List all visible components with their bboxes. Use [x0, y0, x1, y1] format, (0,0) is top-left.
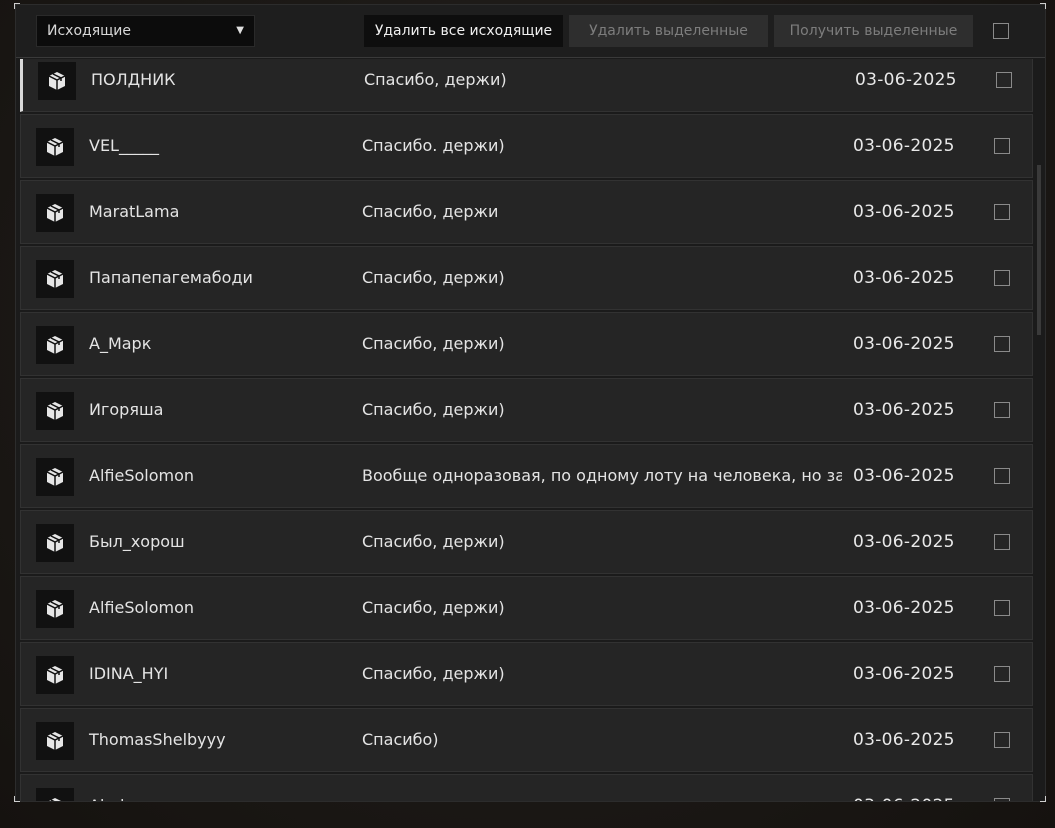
- list-item[interactable]: MaratLama Спасибо, держи 03-06-2025: [20, 180, 1033, 244]
- message-text: Спасибо, держи): [362, 268, 505, 287]
- row-checkbox[interactable]: [994, 468, 1010, 484]
- message-text: Спасибо, держи): [364, 70, 507, 89]
- message-date: 03-06-2025: [853, 400, 955, 420]
- package-box-icon: [36, 788, 74, 801]
- message-date: 03-06-2025: [853, 598, 955, 618]
- message-text: Спасибо, держи): [362, 400, 505, 419]
- list-item[interactable]: ThomasShelbyyy Спасибо) 03-06-2025: [20, 708, 1033, 772]
- list-item[interactable]: A_Марк Спасибо, держи) 03-06-2025: [20, 312, 1033, 376]
- row-checkbox[interactable]: [994, 666, 1010, 682]
- message-text: Спасибо, держи: [362, 202, 499, 221]
- message-date: 03-06-2025: [853, 268, 955, 288]
- package-box-icon: [36, 194, 74, 232]
- list-item[interactable]: Был_хорош Спасибо, держи) 03-06-2025: [20, 510, 1033, 574]
- sender-name: ПОЛДНИК: [91, 70, 176, 89]
- message-date: 03-06-2025: [853, 334, 955, 354]
- sender-name: Папапепагемабоди: [89, 268, 253, 287]
- package-box-icon: [36, 722, 74, 760]
- caret-down-icon: ▼: [236, 25, 244, 36]
- message-date: 03-06-2025: [853, 202, 955, 222]
- message-text: Вообще одноразовая, по одному лоту на че…: [362, 466, 842, 485]
- message-text: Спасибо): [362, 730, 439, 749]
- message-date: 03-06-2025: [853, 532, 955, 552]
- message-text: Спасибо, держи): [362, 664, 505, 683]
- list-item[interactable]: Папапепагемабоди Спасибо, держи) 03-06-2…: [20, 246, 1033, 310]
- message-list[interactable]: ПОЛДНИК Спасибо, держи) 03-06-2025 VEL__…: [16, 59, 1045, 801]
- delete-all-outgoing-button[interactable]: Удалить все исходящие: [364, 15, 563, 47]
- row-checkbox[interactable]: [994, 336, 1010, 352]
- message-text: Спасибо, держи): [362, 598, 505, 617]
- message-date: 03-06-2025: [853, 775, 955, 801]
- sender-name: AlfieSolomon: [89, 598, 195, 617]
- message-date: 03-06-2025: [855, 70, 957, 90]
- list-item[interactable]: Игоряша Спасибо, держи) 03-06-2025: [20, 378, 1033, 442]
- row-checkbox[interactable]: [994, 798, 1010, 801]
- list-item[interactable]: AlfieSolomon Вообще одноразовая, по одно…: [20, 444, 1033, 508]
- sender-name: AlfieSolomon: [89, 466, 195, 485]
- list-item[interactable]: Abel... 03-06-2025: [20, 774, 1033, 801]
- row-checkbox[interactable]: [994, 138, 1010, 154]
- sender-name: ThomasShelbyyy: [89, 730, 226, 749]
- delete-selected-button[interactable]: Удалить выделенные: [569, 15, 768, 47]
- message-date: 03-06-2025: [853, 730, 955, 750]
- sender-name: MaratLama: [89, 202, 180, 221]
- mail-panel: Исходящие ▼ Удалить все исходящие Удалит…: [15, 4, 1046, 802]
- select-all-checkbox[interactable]: [993, 23, 1009, 39]
- mail-filter-value: Исходящие: [47, 23, 132, 39]
- message-text: Спасибо, держи): [362, 334, 505, 353]
- package-box-icon: [36, 128, 74, 166]
- list-item[interactable]: AlfieSolomon Спасибо, держи) 03-06-2025: [20, 576, 1033, 640]
- sender-name: VEL_____: [89, 136, 159, 155]
- message-date: 03-06-2025: [853, 466, 955, 486]
- sender-name: IDINA_HYI: [89, 664, 169, 683]
- package-box-icon: [36, 590, 74, 628]
- row-checkbox[interactable]: [996, 72, 1012, 88]
- message-text: Спасибо. держи): [362, 136, 505, 155]
- row-checkbox[interactable]: [994, 402, 1010, 418]
- list-item[interactable]: VEL_____ Спасибо. держи) 03-06-2025: [20, 114, 1033, 178]
- mail-filter-select[interactable]: Исходящие ▼: [36, 15, 255, 47]
- package-box-icon: [36, 458, 74, 496]
- row-checkbox[interactable]: [994, 534, 1010, 550]
- sender-name: Abel...: [89, 775, 140, 801]
- sender-name: Игоряша: [89, 400, 164, 419]
- sender-name: A_Марк: [89, 334, 152, 353]
- list-item[interactable]: ПОЛДНИК Спасибо, держи) 03-06-2025: [20, 59, 1033, 112]
- package-box-icon: [36, 392, 74, 430]
- package-box-icon: [36, 524, 74, 562]
- package-box-icon: [38, 62, 76, 100]
- list-scrollbar[interactable]: [1037, 165, 1041, 335]
- package-box-icon: [36, 326, 74, 364]
- row-checkbox[interactable]: [994, 600, 1010, 616]
- row-checkbox[interactable]: [994, 732, 1010, 748]
- list-item[interactable]: IDINA_HYI Спасибо, держи) 03-06-2025: [20, 642, 1033, 706]
- message-date: 03-06-2025: [853, 664, 955, 684]
- message-date: 03-06-2025: [853, 136, 955, 156]
- message-text: [362, 775, 842, 801]
- row-checkbox[interactable]: [994, 204, 1010, 220]
- sender-name: Был_хорош: [89, 532, 185, 551]
- package-box-icon: [36, 260, 74, 298]
- toolbar: Исходящие ▼ Удалить все исходящие Удалит…: [16, 5, 1045, 58]
- get-selected-button[interactable]: Получить выделенные: [774, 15, 973, 47]
- package-box-icon: [36, 656, 74, 694]
- row-checkbox[interactable]: [994, 270, 1010, 286]
- message-text: Спасибо, держи): [362, 532, 505, 551]
